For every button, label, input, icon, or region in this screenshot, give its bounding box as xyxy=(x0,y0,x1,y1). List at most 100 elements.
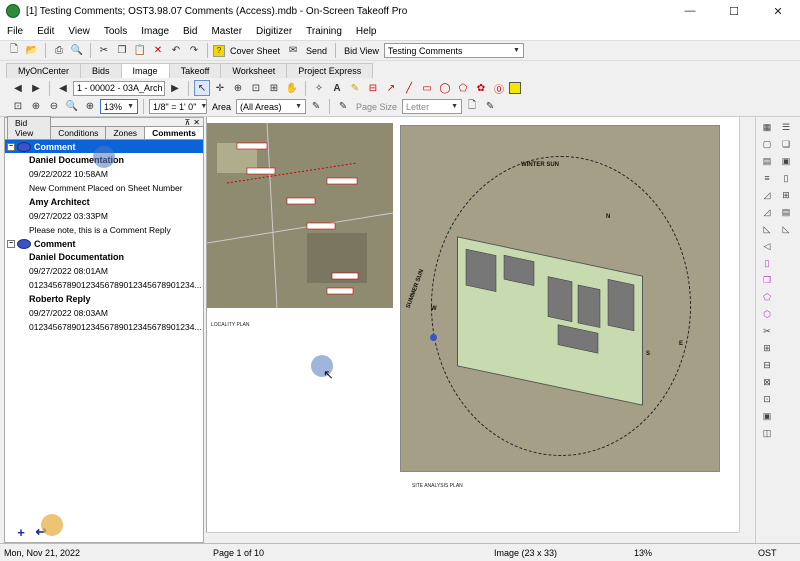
tab-worksheet[interactable]: Worksheet xyxy=(220,63,288,78)
close-button[interactable]: ✕ xyxy=(756,0,800,22)
area-select[interactable]: (All Areas) ▼ xyxy=(236,99,307,114)
comment-marker[interactable] xyxy=(430,334,437,341)
maximize-button[interactable]: ☐ xyxy=(712,0,756,22)
open-folder-icon[interactable]: 📂 xyxy=(24,43,40,59)
tab-takeoff[interactable]: Takeoff xyxy=(168,63,222,78)
blank-page-icon[interactable]: 🗋 xyxy=(464,99,480,115)
split-icon[interactable]: ⊠ xyxy=(759,375,775,389)
select-arrow-icon[interactable]: ↖ xyxy=(194,80,210,96)
bid-view-select[interactable]: Testing Comments ▼ xyxy=(383,43,524,58)
menu-digitizer[interactable]: Digitizer xyxy=(249,26,299,37)
tab-bids[interactable]: Bids xyxy=(80,63,122,78)
annotation-cut-icon[interactable]: ✂ xyxy=(759,324,775,338)
drawing-canvas[interactable]: LOCALITY PLAN WINTER SUN SUMMER SUN N E … xyxy=(206,117,739,532)
minimize-button[interactable]: — xyxy=(668,0,712,22)
worksheet-icon[interactable]: ▤ xyxy=(778,205,794,219)
previous-page-icon[interactable]: ◀ xyxy=(55,80,71,96)
menu-training[interactable]: Training xyxy=(299,26,349,37)
menu-image[interactable]: Image xyxy=(134,26,176,37)
ramp-icon[interactable]: ◺ xyxy=(778,222,794,236)
zoom-in-icon[interactable]: ⊕ xyxy=(230,80,246,96)
zoom-page-icon[interactable]: ⊞ xyxy=(266,80,282,96)
annotation-copy-icon[interactable]: ❐ xyxy=(759,273,775,287)
stack-icon[interactable]: ▣ xyxy=(778,154,794,168)
copy-icon[interactable]: ❐ xyxy=(114,43,130,59)
menu-bid[interactable]: Bid xyxy=(176,26,204,37)
send-button[interactable]: Send xyxy=(303,46,330,56)
zoom-in-icon[interactable]: ⊕ xyxy=(28,99,44,115)
polygon-annotation-icon[interactable]: ⬠ xyxy=(455,80,471,96)
document-icon[interactable]: ▯ xyxy=(778,171,794,185)
add-point-icon[interactable]: ⊞ xyxy=(759,341,775,355)
comment-group[interactable]: − Comment xyxy=(5,237,203,250)
delete-icon[interactable]: ✕ xyxy=(150,43,166,59)
menu-tools[interactable]: Tools xyxy=(97,26,134,37)
annotation-sheet-icon[interactable]: ▯ xyxy=(759,256,775,270)
zoom-select[interactable]: 13% ▼ xyxy=(100,99,138,114)
hand-icon[interactable]: ✋ xyxy=(284,80,300,96)
tab-bid-view[interactable]: Bid View xyxy=(7,116,52,139)
comment-author[interactable]: Roberto Reply xyxy=(5,292,203,306)
add-comment-button[interactable]: + xyxy=(13,524,29,540)
zoom-dropdown-icon[interactable]: ⊕ xyxy=(82,99,98,115)
rectangle-annotation-icon[interactable]: ▭ xyxy=(419,80,435,96)
page-select[interactable]: 1 - 00002 - 03A_Arch Dra ▼ xyxy=(73,80,165,96)
menu-master[interactable]: Master xyxy=(204,26,249,37)
lines-icon[interactable]: ≡ xyxy=(759,171,775,185)
linear-icon[interactable]: ◿ xyxy=(759,205,775,219)
print-preview-icon[interactable]: 🔍 xyxy=(69,43,85,59)
list-view-icon[interactable]: ☰ xyxy=(778,120,794,134)
segment-icon[interactable]: ⊟ xyxy=(759,358,775,372)
text-annotation-icon[interactable]: A xyxy=(329,80,345,96)
cut-icon[interactable]: ✂ xyxy=(96,43,112,59)
vertical-scrollbar[interactable] xyxy=(739,117,753,532)
send-icon[interactable]: ✉ xyxy=(285,43,301,59)
next-page-icon[interactable]: ▶ xyxy=(167,80,183,96)
arrow-annotation-icon[interactable]: ↗ xyxy=(383,80,399,96)
highlighter-icon[interactable]: ✎ xyxy=(347,80,363,96)
annotation-move-icon[interactable]: ⬠ xyxy=(759,290,775,304)
pan-crosshair-icon[interactable]: ✛ xyxy=(212,80,228,96)
horizontal-scrollbar[interactable] xyxy=(206,532,739,543)
layers-icon[interactable]: ❏ xyxy=(778,137,794,151)
zoom-fit-icon[interactable]: ⊡ xyxy=(10,99,26,115)
menu-help[interactable]: Help xyxy=(349,26,384,37)
cloud-annotation-icon[interactable]: ✿ xyxy=(473,80,489,96)
stamp-icon[interactable]: ⊟ xyxy=(365,80,381,96)
merge-icon[interactable]: ◫ xyxy=(759,426,775,440)
forward-icon[interactable]: ▶ xyxy=(28,80,44,96)
redo-icon[interactable]: ↷ xyxy=(186,43,202,59)
undo-icon[interactable]: ↶ xyxy=(168,43,184,59)
slope-icon[interactable]: ◺ xyxy=(759,222,775,236)
collapse-icon[interactable]: − xyxy=(7,142,15,151)
zoom-previous-icon[interactable]: 🔍 xyxy=(64,99,80,115)
comment-author[interactable]: Daniel Documentation xyxy=(5,250,203,264)
edge-icon[interactable]: ◁ xyxy=(759,239,775,253)
align-icon[interactable]: ⊡ xyxy=(759,392,775,406)
tab-project-express[interactable]: Project Express xyxy=(286,63,374,78)
tab-conditions[interactable]: Conditions xyxy=(50,126,107,139)
count-icon[interactable]: ⊞ xyxy=(778,188,794,202)
page-fit-icon[interactable]: ▢ xyxy=(759,137,775,151)
scale-select[interactable]: 1/8" = 1' 0" ▼ xyxy=(149,99,207,114)
paste-icon[interactable]: 📋 xyxy=(132,43,148,59)
back-icon[interactable]: ◀ xyxy=(10,80,26,96)
table-icon[interactable]: ▤ xyxy=(759,154,775,168)
zoom-window-icon[interactable]: ⊡ xyxy=(248,80,264,96)
group-icon[interactable]: ▣ xyxy=(759,409,775,423)
new-bid-icon[interactable]: 🗋 xyxy=(6,43,22,59)
area-icon[interactable]: ◿ xyxy=(759,188,775,202)
line-annotation-icon[interactable]: ╱ xyxy=(401,80,417,96)
menu-edit[interactable]: Edit xyxy=(30,26,61,37)
menu-file[interactable]: File xyxy=(0,26,30,37)
magic-wand-icon[interactable]: ✧ xyxy=(311,80,327,96)
sticky-note-icon[interactable] xyxy=(509,82,521,94)
tab-comments[interactable]: Comments xyxy=(144,126,204,139)
print-icon[interactable]: ⎙ xyxy=(51,43,67,59)
page-settings-icon[interactable]: ✎ xyxy=(482,99,498,115)
page-size-select[interactable]: Letter ▼ xyxy=(402,99,463,114)
collapse-icon[interactable]: − xyxy=(7,239,15,248)
tab-zones[interactable]: Zones xyxy=(105,126,146,139)
tab-myoncenter[interactable]: MyOnCenter xyxy=(6,63,82,78)
comment-author[interactable]: Amy Architect xyxy=(5,195,203,209)
